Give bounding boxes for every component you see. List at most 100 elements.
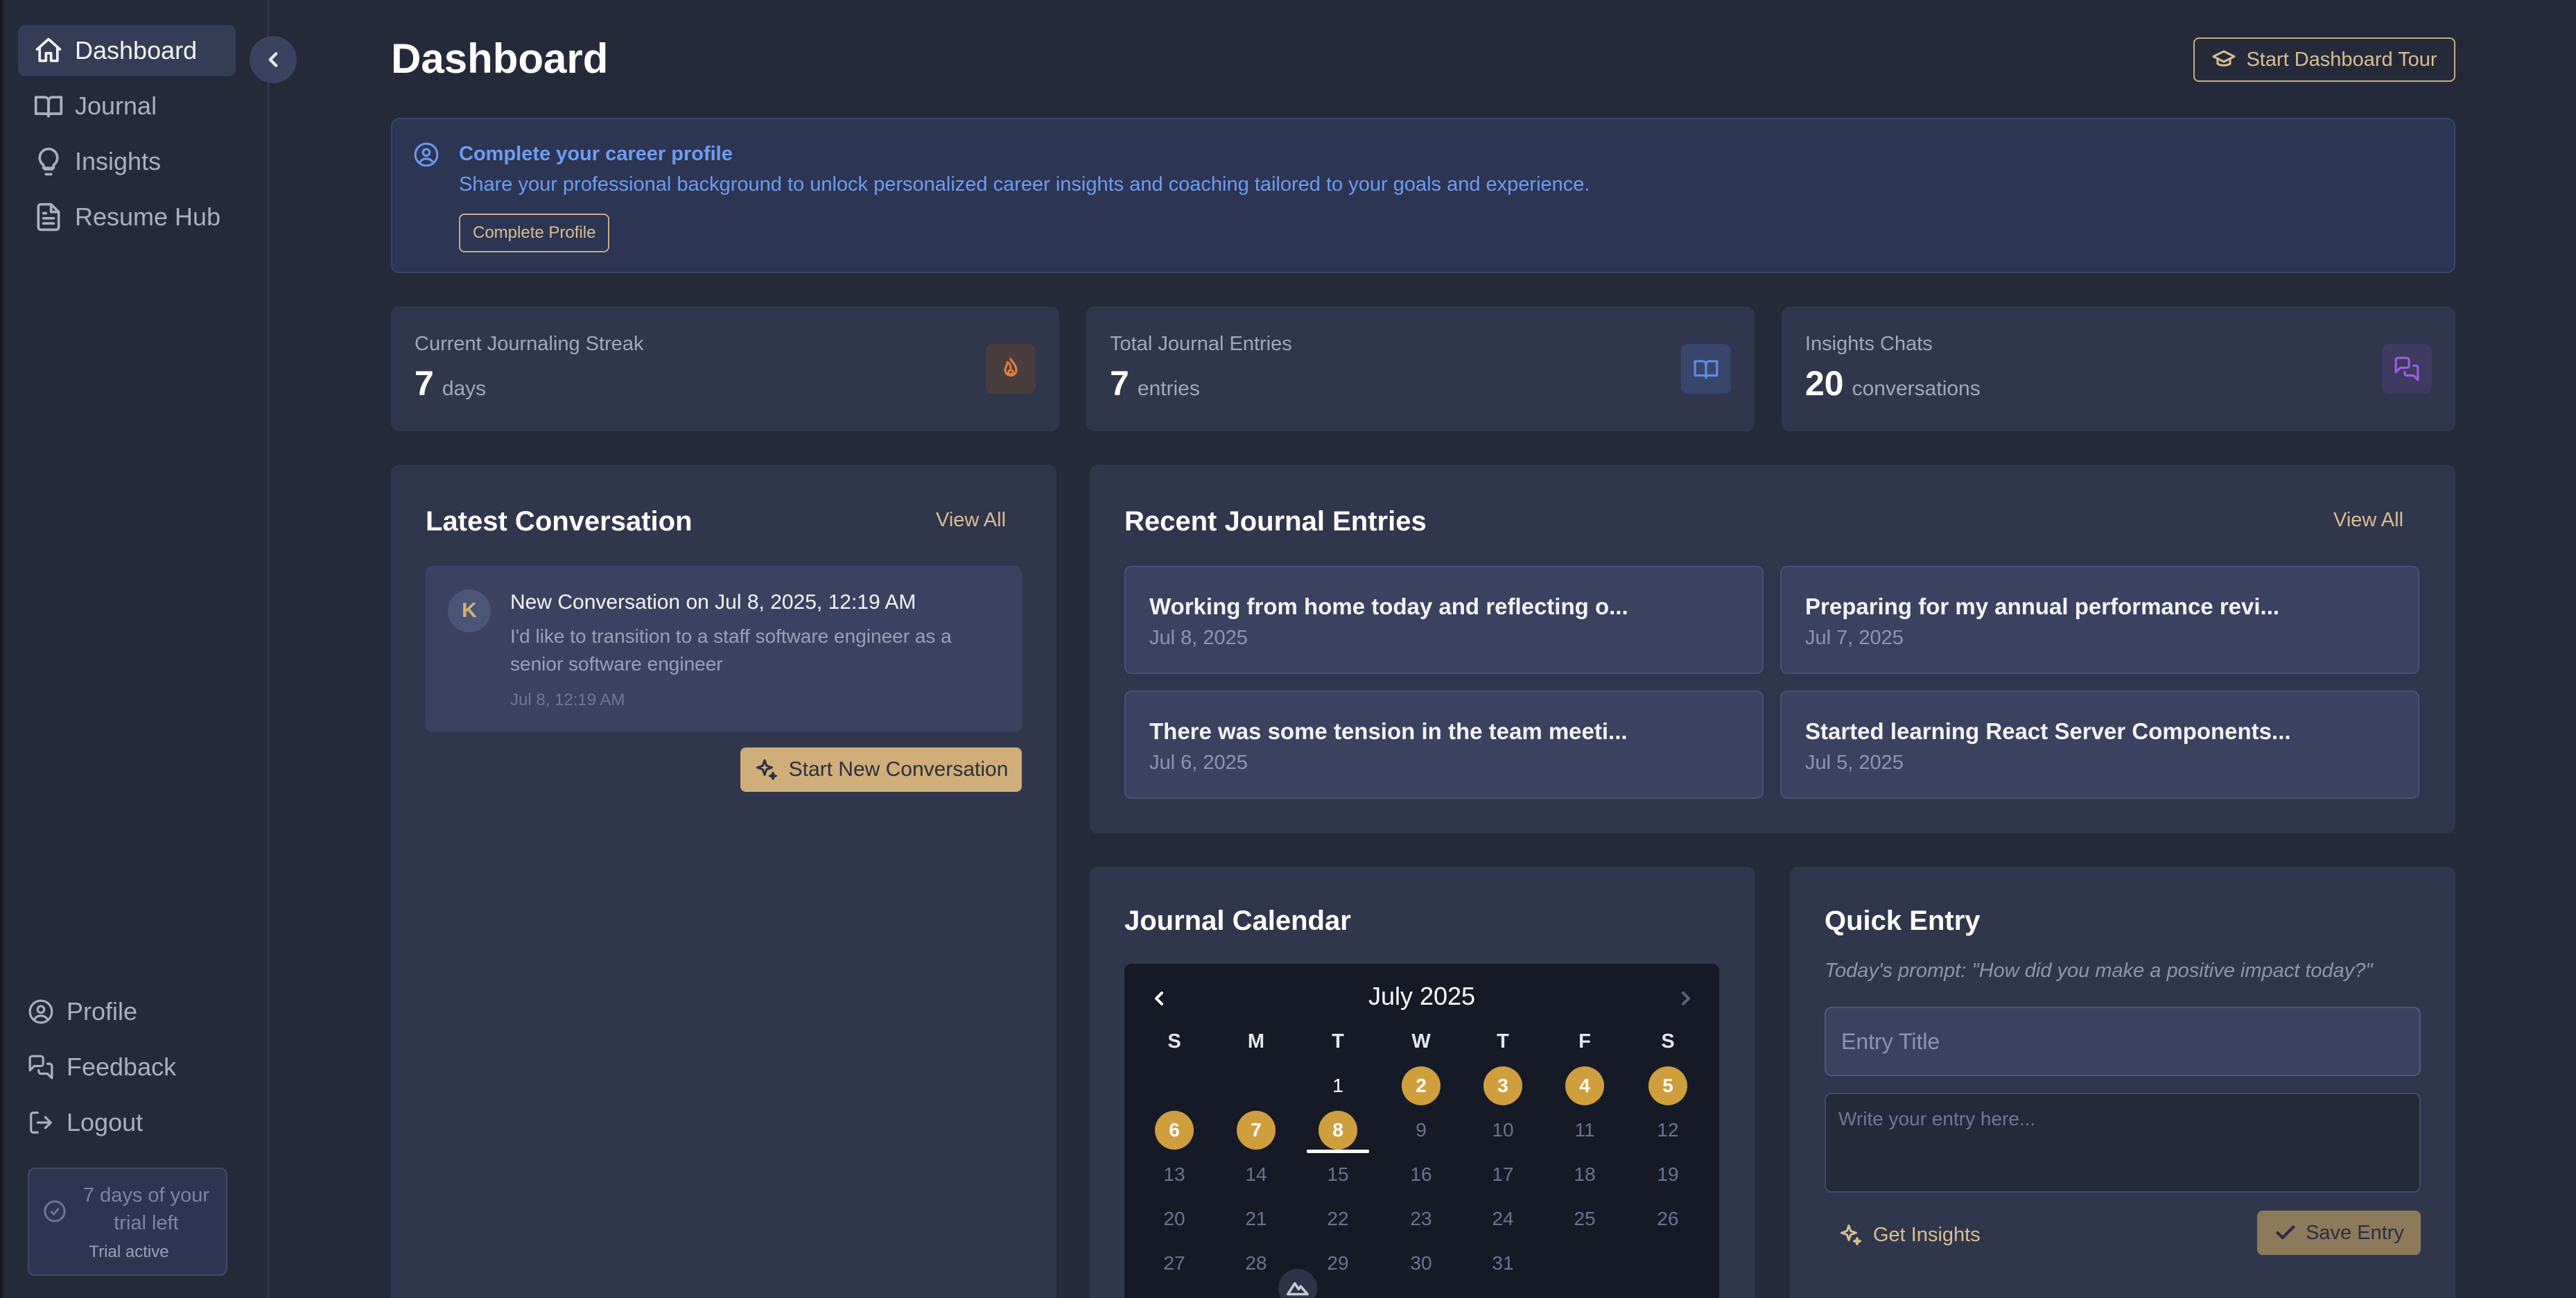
calendar-day[interactable]: 24 [1483, 1200, 1522, 1238]
start-dashboard-tour-button[interactable]: Start Dashboard Tour [2193, 37, 2455, 82]
collapse-sidebar-button[interactable] [250, 36, 297, 83]
sidebar-item-journal[interactable]: Journal [18, 80, 236, 132]
calendar-day[interactable]: 25 [1565, 1200, 1604, 1238]
weekday-label: M [1247, 1030, 1265, 1053]
stat-label: Current Journaling Streak [415, 333, 644, 355]
page-title: Dashboard [391, 35, 609, 82]
calendar-day[interactable]: 23 [1402, 1200, 1441, 1238]
calendar-day[interactable]: 4 [1565, 1066, 1604, 1105]
stat-value: 7 [415, 364, 434, 403]
sidebar-item-feedback[interactable]: Feedback [28, 1053, 176, 1082]
get-insights-button[interactable]: Get Insights [1825, 1213, 1981, 1256]
calendar-day[interactable]: 16 [1402, 1155, 1441, 1194]
chat-bubbles-icon [28, 1055, 53, 1080]
entry-title-input[interactable]: Entry Title [1825, 1007, 2421, 1076]
book-icon [1681, 344, 1731, 394]
sidebar-item-dashboard[interactable]: Dashboard [18, 25, 236, 76]
calendar-day[interactable]: 17 [1483, 1155, 1522, 1194]
calendar-day[interactable]: 27 [1155, 1244, 1194, 1283]
stat-card-chats: Insights Chats 20 conversations [1782, 306, 2455, 431]
conversation-title: New Conversation on Jul 8, 2025, 12:19 A… [510, 591, 916, 614]
weekday-label: W [1411, 1030, 1431, 1053]
start-new-conversation-button[interactable]: Start New Conversation [740, 747, 1022, 792]
sidebar-item-logout[interactable]: Logout [28, 1108, 143, 1137]
app-root: Dashboard Journal Insights Resume Hub Pr… [0, 0, 2576, 1298]
sidebar-item-label: Dashboard [75, 36, 198, 64]
entry-title: Working from home today and reflecting o… [1149, 594, 1628, 619]
calendar-day[interactable]: 6 [1155, 1111, 1194, 1150]
conversation-item[interactable]: K New Conversation on Jul 8, 2025, 12:19… [426, 566, 1022, 732]
sidebar-item-label: Insights [75, 147, 162, 175]
avatar: K [448, 589, 491, 632]
calendar-day[interactable]: 5 [1648, 1066, 1687, 1105]
calendar-day[interactable]: 29 [1319, 1244, 1357, 1283]
banner-description: Share your professional background to un… [459, 173, 1590, 196]
entry-title: There was some tension in the team meeti… [1149, 718, 1628, 744]
calendar-day[interactable]: 14 [1237, 1155, 1276, 1194]
card-title: Latest Conversation [426, 506, 693, 537]
journal-entry-card[interactable]: Working from home today and reflecting o… [1124, 566, 1764, 674]
weekday-label: S [1167, 1030, 1181, 1053]
calendar-day[interactable]: 21 [1237, 1200, 1276, 1238]
chevron-right-icon [1682, 992, 1690, 1005]
entry-title: Preparing for my annual performance revi… [1805, 594, 2280, 619]
calendar-day[interactable]: 28 [1237, 1244, 1276, 1283]
recent-journal-entries-card: Recent Journal Entries View All Working … [1090, 465, 2455, 833]
entry-date: Jul 6, 2025 [1149, 752, 1248, 774]
today-indicator [1307, 1150, 1369, 1153]
calendar-day[interactable]: 31 [1483, 1244, 1522, 1283]
calendar-day[interactable]: 20 [1155, 1200, 1194, 1238]
sidebar-item-label: Profile [67, 997, 138, 1026]
next-month-button[interactable] [1675, 987, 1697, 1013]
stat-label: Insights Chats [1805, 333, 1933, 355]
stat-label: Total Journal Entries [1110, 333, 1292, 355]
card-title: Quick Entry [1825, 906, 1981, 936]
sidebar-item-label: Feedback [67, 1053, 177, 1081]
calendar-day[interactable]: 15 [1319, 1155, 1357, 1194]
calendar-day[interactable]: 12 [1648, 1111, 1687, 1150]
weekday-label: T [1332, 1030, 1344, 1053]
lightbulb-icon [32, 145, 65, 178]
entry-body-textarea[interactable]: Write your entry here... [1825, 1093, 2421, 1193]
sidebar-item-profile[interactable]: Profile [28, 997, 137, 1026]
calendar-day[interactable]: 26 [1648, 1200, 1687, 1238]
save-entry-label: Save Entry [2306, 1221, 2404, 1244]
view-all-conversations-link[interactable]: View All [936, 509, 1006, 532]
complete-profile-button[interactable]: Complete Profile [459, 214, 610, 252]
sparkles-icon [756, 759, 777, 780]
calendar-day[interactable]: 18 [1565, 1155, 1604, 1194]
sparkles-icon [1840, 1225, 1861, 1245]
calendar-day[interactable]: 1 [1319, 1066, 1357, 1105]
stat-card-streak: Current Journaling Streak 7 days [391, 306, 1059, 431]
journal-entry-card[interactable]: There was some tension in the team meeti… [1124, 691, 1764, 799]
calendar-day[interactable]: 3 [1483, 1066, 1522, 1105]
calendar-day[interactable]: 9 [1402, 1111, 1441, 1150]
calendar-day[interactable]: 2 [1402, 1066, 1441, 1105]
document-icon [32, 200, 65, 234]
calendar-day[interactable]: 8 [1319, 1111, 1357, 1150]
home-icon [32, 34, 65, 67]
calendar-day[interactable]: 13 [1155, 1155, 1194, 1194]
calendar-day[interactable]: 22 [1319, 1200, 1357, 1238]
sidebar-item-label: Journal [75, 92, 157, 120]
user-circle-icon [28, 999, 53, 1024]
sidebar-item-resume-hub[interactable]: Resume Hub [18, 191, 236, 243]
journal-calendar-card: Journal Calendar July 2025 SMTWTFS123456… [1090, 867, 1755, 1298]
trial-status-box: 7 days of your trial left Trial active [28, 1168, 227, 1276]
calendar-day[interactable]: 19 [1648, 1155, 1687, 1194]
stat-value: 20 [1805, 364, 1844, 403]
journal-entry-card[interactable]: Started learning React Server Components… [1780, 691, 2419, 799]
calendar-day[interactable]: 7 [1237, 1111, 1276, 1150]
journal-entry-card[interactable]: Preparing for my annual performance revi… [1780, 566, 2419, 674]
view-all-entries-link[interactable]: View All [2333, 509, 2403, 532]
card-title: Journal Calendar [1124, 906, 1351, 936]
weekday-label: F [1578, 1030, 1591, 1053]
calendar-day[interactable]: 30 [1402, 1244, 1441, 1283]
calendar-day[interactable]: 11 [1565, 1111, 1604, 1150]
entry-title: Started learning React Server Components… [1805, 718, 2291, 744]
sidebar-item-insights[interactable]: Insights [18, 136, 236, 187]
calendar-day[interactable]: 10 [1483, 1111, 1522, 1150]
user-circle-icon [413, 141, 440, 171]
sidebar: Dashboard Journal Insights Resume Hub Pr… [0, 0, 269, 1298]
save-entry-button[interactable]: Save Entry [2257, 1211, 2421, 1255]
